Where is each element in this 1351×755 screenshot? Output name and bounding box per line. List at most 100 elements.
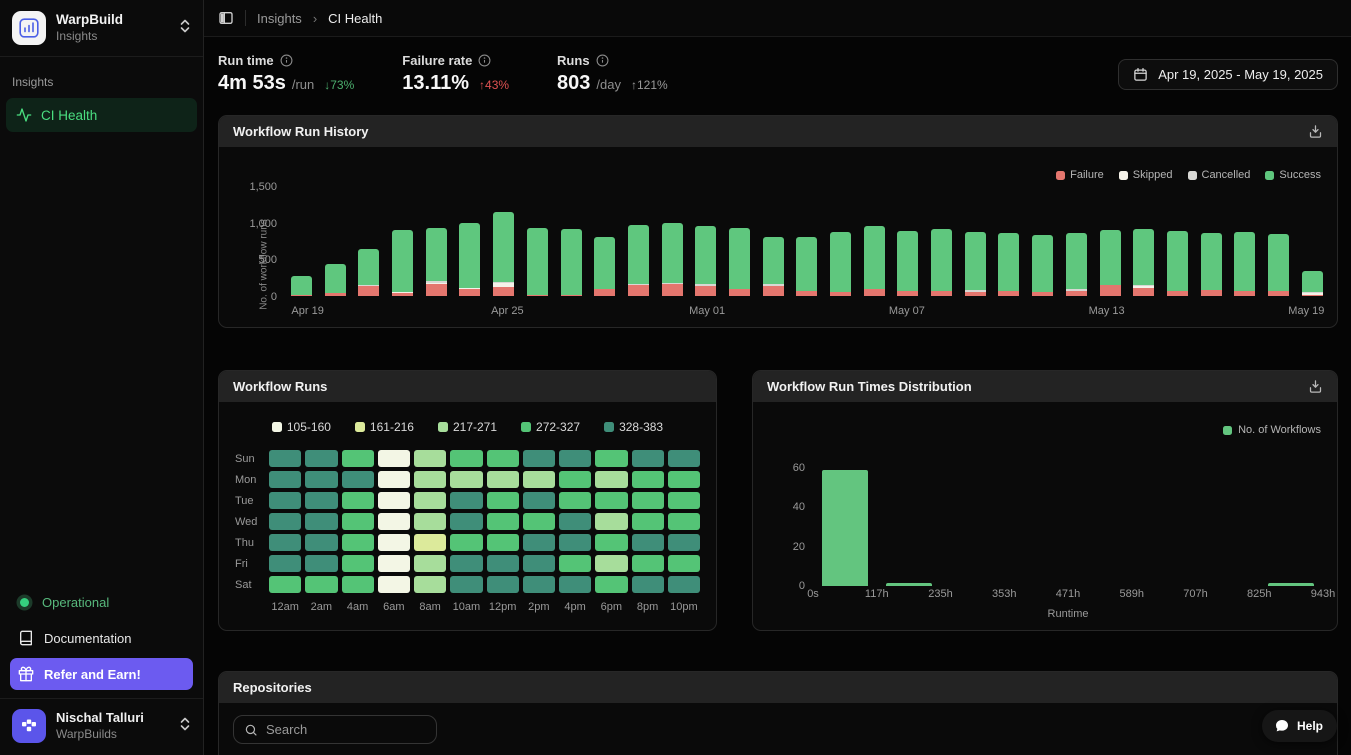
- history-bar[interactable]: [1166, 231, 1188, 296]
- heatmap-cell[interactable]: [269, 576, 302, 593]
- heatmap-cell[interactable]: [377, 513, 410, 530]
- history-bar[interactable]: [931, 229, 953, 296]
- info-icon[interactable]: [478, 54, 491, 67]
- heatmap-cell[interactable]: [341, 513, 374, 530]
- heatmap-cell[interactable]: [414, 555, 447, 572]
- heatmap-cell[interactable]: [269, 534, 302, 551]
- heatmap-cell[interactable]: [341, 555, 374, 572]
- history-bar[interactable]: [695, 225, 717, 296]
- heatmap-cell[interactable]: [559, 471, 592, 488]
- heatmap-cell[interactable]: [341, 450, 374, 467]
- heatmap-cell[interactable]: [450, 471, 483, 488]
- heatmap-cell[interactable]: [305, 492, 338, 509]
- heatmap-cell[interactable]: [522, 555, 555, 572]
- breadcrumb-insights[interactable]: Insights: [257, 11, 302, 26]
- heatmap-cell[interactable]: [595, 576, 628, 593]
- heatmap-cell[interactable]: [559, 492, 592, 509]
- heatmap-cell[interactable]: [305, 513, 338, 530]
- heatmap-cell[interactable]: [522, 534, 555, 551]
- heatmap-cell[interactable]: [269, 492, 302, 509]
- heatmap-cell[interactable]: [414, 576, 447, 593]
- heatmap-cell[interactable]: [414, 534, 447, 551]
- history-bar[interactable]: [796, 237, 818, 296]
- history-bar[interactable]: [358, 249, 380, 296]
- history-bar[interactable]: [627, 225, 649, 296]
- heatmap-cell[interactable]: [522, 513, 555, 530]
- heatmap-cell[interactable]: [341, 534, 374, 551]
- history-bar[interactable]: [1200, 233, 1222, 296]
- history-bar[interactable]: [830, 232, 851, 296]
- heatmap-cell[interactable]: [522, 576, 555, 593]
- history-bar[interactable]: [1099, 229, 1121, 296]
- heatmap-cell[interactable]: [595, 534, 628, 551]
- heatmap-cell[interactable]: [667, 450, 700, 467]
- distribution-bar[interactable]: [1268, 583, 1315, 586]
- heatmap-cell[interactable]: [377, 576, 410, 593]
- heatmap-cell[interactable]: [305, 471, 338, 488]
- sidebar-toggle-icon[interactable]: [218, 10, 234, 26]
- heatmap-cell[interactable]: [631, 576, 664, 593]
- history-bar[interactable]: [560, 228, 582, 296]
- heatmap-cell[interactable]: [414, 450, 447, 467]
- heatmap-cell[interactable]: [559, 513, 592, 530]
- heatmap-cell[interactable]: [486, 576, 519, 593]
- info-icon[interactable]: [280, 54, 293, 67]
- heatmap-cell[interactable]: [305, 555, 338, 572]
- heatmap-cell[interactable]: [631, 513, 664, 530]
- heatmap-cell[interactable]: [559, 555, 592, 572]
- workspace-switcher[interactable]: WarpBuild Insights: [0, 0, 203, 57]
- help-button[interactable]: Help: [1261, 710, 1337, 742]
- heatmap-cell[interactable]: [631, 534, 664, 551]
- heatmap-cell[interactable]: [595, 492, 628, 509]
- history-bar[interactable]: [1133, 228, 1155, 296]
- history-bar[interactable]: [526, 227, 548, 296]
- history-bar[interactable]: [762, 237, 784, 296]
- heatmap-cell[interactable]: [450, 534, 483, 551]
- export-icon[interactable]: [1308, 379, 1323, 394]
- heatmap-cell[interactable]: [486, 555, 519, 572]
- heatmap-cell[interactable]: [414, 471, 447, 488]
- heatmap-cell[interactable]: [595, 555, 628, 572]
- sidebar-item-ci-health[interactable]: CI Health: [6, 98, 197, 132]
- heatmap-cell[interactable]: [595, 513, 628, 530]
- heatmap-cell[interactable]: [377, 471, 410, 488]
- heatmap-cell[interactable]: [341, 471, 374, 488]
- heatmap-cell[interactable]: [595, 450, 628, 467]
- history-bar[interactable]: [661, 223, 683, 296]
- heatmap-cell[interactable]: [631, 555, 664, 572]
- heatmap-cell[interactable]: [667, 534, 700, 551]
- heatmap-cell[interactable]: [486, 513, 519, 530]
- history-bar[interactable]: [493, 212, 515, 296]
- heatmap-cell[interactable]: [631, 450, 664, 467]
- heatmap-cell[interactable]: [559, 450, 592, 467]
- heatmap-cell[interactable]: [414, 513, 447, 530]
- heatmap-cell[interactable]: [667, 555, 700, 572]
- user-menu[interactable]: Nischal Talluri WarpBuilds: [0, 698, 203, 755]
- heatmap-cell[interactable]: [667, 513, 700, 530]
- history-bar[interactable]: [964, 231, 986, 296]
- heatmap-cell[interactable]: [667, 471, 700, 488]
- heatmap-cell[interactable]: [377, 450, 410, 467]
- history-bar[interactable]: [459, 223, 481, 296]
- heatmap-cell[interactable]: [450, 576, 483, 593]
- heatmap-cell[interactable]: [486, 534, 519, 551]
- history-bar[interactable]: [998, 233, 1020, 296]
- history-bar[interactable]: [1065, 233, 1087, 296]
- heatmap-cell[interactable]: [305, 576, 338, 593]
- search-input[interactable]: [266, 722, 416, 737]
- heatmap-cell[interactable]: [450, 492, 483, 509]
- history-bar[interactable]: [863, 225, 885, 296]
- refer-and-earn-button[interactable]: Refer and Earn!: [10, 658, 193, 690]
- heatmap-cell[interactable]: [377, 555, 410, 572]
- heatmap-cell[interactable]: [486, 471, 519, 488]
- distribution-bar[interactable]: [821, 469, 868, 586]
- history-bar[interactable]: [425, 228, 447, 296]
- heatmap-cell[interactable]: [305, 450, 338, 467]
- heatmap-cell[interactable]: [450, 450, 483, 467]
- heatmap-cell[interactable]: [522, 450, 555, 467]
- history-bar[interactable]: [897, 230, 919, 296]
- heatmap-cell[interactable]: [486, 492, 519, 509]
- history-bar[interactable]: [291, 275, 312, 296]
- heatmap-cell[interactable]: [341, 576, 374, 593]
- heatmap-cell[interactable]: [631, 492, 664, 509]
